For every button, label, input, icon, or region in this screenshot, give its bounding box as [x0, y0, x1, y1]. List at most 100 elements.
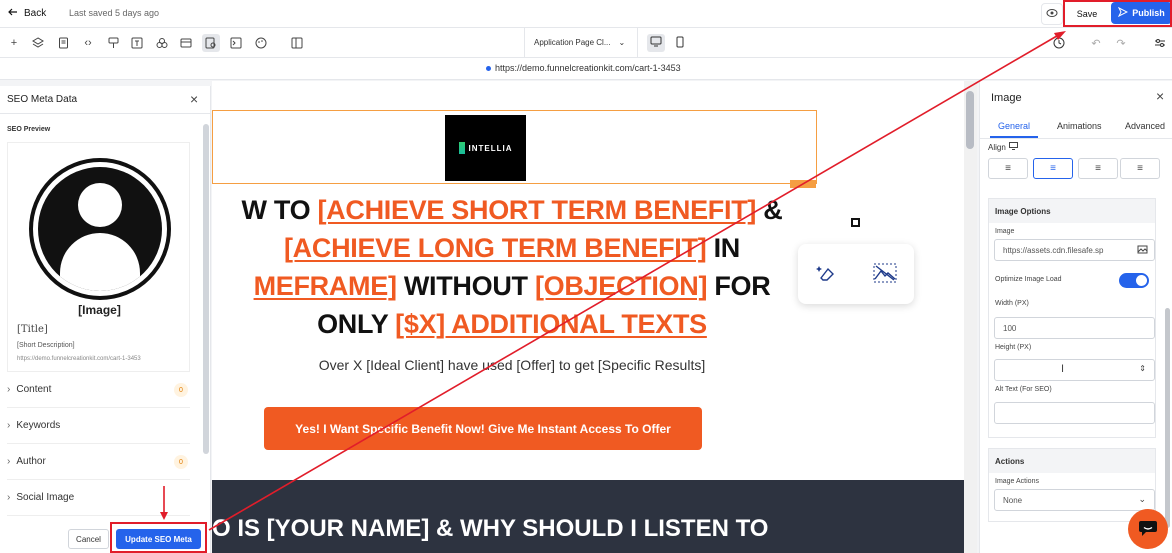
chevron-right-icon: ›: [7, 492, 11, 503]
preview-description: [Short Description]: [17, 342, 75, 349]
undo-icon[interactable]: ↶: [1089, 36, 1103, 50]
height-label: Height (PX): [995, 344, 1032, 351]
chat-support-button[interactable]: [1128, 509, 1168, 549]
align-left-button[interactable]: ≡: [988, 158, 1028, 179]
seo-preview-card: [Image] [Title] [Short Description] http…: [7, 142, 190, 372]
mobile-view-button[interactable]: [671, 34, 689, 52]
image-actions-select[interactable]: None ⌄: [994, 489, 1155, 511]
height-input[interactable]: I ⇕: [994, 359, 1155, 381]
image-upload-icon[interactable]: [1137, 244, 1148, 257]
chevron-down-icon: ⌄: [1138, 494, 1146, 504]
alt-text-input[interactable]: [994, 402, 1155, 424]
width-input[interactable]: 100: [994, 317, 1155, 339]
live-dot-icon: [486, 65, 491, 71]
panel-title: Image: [991, 92, 1022, 104]
image-settings-panel: Image × General Animations Advanced Alig…: [979, 81, 1172, 553]
accordion-label: Content: [16, 384, 52, 395]
floating-ai-widget: [798, 244, 914, 304]
page-select-dropdown[interactable]: Application Page Cl... ⌄: [524, 28, 638, 57]
pages-icon[interactable]: [56, 36, 70, 50]
url-bar: https://demo.funnelcreationkit.com/cart-…: [0, 58, 1172, 80]
logo-image[interactable]: INTELLIA: [445, 115, 526, 181]
page-url[interactable]: https://demo.funnelcreationkit.com/cart-…: [486, 63, 681, 73]
paint-icon[interactable]: [106, 36, 120, 50]
scrollbar[interactable]: [1165, 308, 1170, 528]
chat-icon: [1138, 519, 1158, 540]
align-label: Align: [988, 142, 1018, 152]
align-left-icon: ≡: [1005, 163, 1011, 174]
image-url-input[interactable]: https://assets.cdn.filesafe.sp: [994, 239, 1155, 261]
palette-icon[interactable]: [254, 36, 268, 50]
preview-button[interactable]: [1041, 3, 1063, 25]
scrollbar[interactable]: [203, 124, 209, 454]
split-view-icon[interactable]: [290, 36, 304, 50]
seo-meta-panel: SEO Meta Data × SEO Preview [Image] [Tit…: [0, 86, 211, 553]
terminal-icon[interactable]: [229, 36, 243, 50]
optimize-toggle[interactable]: [1119, 273, 1149, 288]
tab-animations[interactable]: Animations: [1057, 121, 1102, 131]
image-field-label: Image: [995, 228, 1015, 235]
editor-toolbar: + ‹› Application Page Cl... ⌄ ↶ ↷: [0, 28, 1172, 58]
cancel-button[interactable]: Cancel: [68, 529, 109, 549]
components-icon[interactable]: [155, 36, 169, 50]
add-icon[interactable]: +: [7, 36, 21, 50]
align-justify-button[interactable]: ≡: [1120, 158, 1160, 179]
logo-text: INTELLIA: [468, 143, 513, 153]
desktop-view-button[interactable]: [647, 34, 665, 52]
align-right-icon: ≡: [1095, 163, 1101, 174]
accordion-author[interactable]: › Author 0: [7, 444, 190, 480]
element-tag: [790, 180, 816, 188]
headline[interactable]: W TO [ACHIEVE SHORT TERM BENEFIT] & [ACH…: [212, 191, 822, 343]
section-heading[interactable]: O IS [YOUR NAME] & WHY SHOULD I LISTEN T…: [212, 515, 812, 543]
preview-url: https://demo.funnelcreationkit.com/cart-…: [17, 356, 141, 362]
chevron-right-icon: ›: [7, 384, 11, 395]
layout-icon[interactable]: [179, 36, 193, 50]
page-select-value: Application Page Cl...: [534, 38, 611, 47]
cta-button[interactable]: Yes! I Want Specific Benefit Now! Give M…: [264, 407, 702, 450]
section-title: Image Options: [989, 199, 1155, 223]
subheadline[interactable]: Over X [Ideal Client] have used [Offer] …: [212, 357, 812, 373]
eye-icon: [1046, 8, 1058, 21]
redo-icon[interactable]: ↷: [1114, 36, 1128, 50]
settings-sliders-icon[interactable]: [1153, 36, 1167, 50]
back-button[interactable]: Back: [8, 7, 46, 20]
align-right-button[interactable]: ≡: [1078, 158, 1118, 179]
chevron-right-icon: ›: [7, 420, 11, 431]
logo-mark-icon: [458, 142, 465, 154]
accordion-social-image[interactable]: › Social Image: [7, 480, 190, 516]
chevron-down-icon: ⌄: [618, 38, 626, 47]
close-icon[interactable]: ×: [1156, 88, 1164, 104]
seo-preview-label: SEO Preview: [7, 126, 51, 133]
tab-general[interactable]: General: [998, 121, 1030, 131]
accordion-content[interactable]: › Content 0: [7, 372, 190, 408]
history-icon[interactable]: [1052, 36, 1066, 50]
page-url-text: https://demo.funnelcreationkit.com/cart-…: [495, 63, 681, 73]
section-title: Actions: [989, 449, 1155, 473]
image-actions-label: Image Actions: [995, 478, 1039, 485]
accordion-keywords[interactable]: › Keywords: [7, 408, 190, 444]
annotation-highlight-box: [110, 522, 207, 553]
width-label: Width (PX): [995, 300, 1029, 307]
align-justify-icon: ≡: [1137, 163, 1143, 174]
close-icon[interactable]: ×: [190, 91, 198, 107]
layers-icon[interactable]: [31, 36, 45, 50]
accordion-label: Social Image: [16, 492, 75, 503]
panel-tabs: General Animations Advanced: [980, 114, 1172, 139]
chevron-right-icon: ›: [7, 456, 11, 467]
avatar-placeholder-icon: [29, 158, 171, 300]
text-icon[interactable]: [130, 36, 144, 50]
background-remove-icon[interactable]: [873, 263, 897, 286]
stepper-icon[interactable]: ⇕: [1139, 364, 1146, 373]
desktop-icon[interactable]: [1008, 142, 1018, 152]
scrollbar[interactable]: [966, 91, 974, 149]
tab-advanced[interactable]: Advanced: [1125, 121, 1165, 131]
page-canvas: INTELLIA W TO [ACHIEVE SHORT TERM BENEFI…: [212, 81, 977, 553]
seo-icon[interactable]: [202, 34, 220, 52]
align-center-button[interactable]: ≡: [1033, 158, 1073, 179]
preview-image-placeholder: [Image]: [78, 303, 121, 317]
image-options-section: Image Options Image https://assets.cdn.f…: [988, 198, 1156, 438]
scrollbar-track: [964, 81, 977, 553]
seo-panel-title: SEO Meta Data: [7, 94, 78, 105]
code-icon[interactable]: ‹›: [81, 36, 95, 50]
magic-eraser-icon[interactable]: [815, 262, 838, 287]
